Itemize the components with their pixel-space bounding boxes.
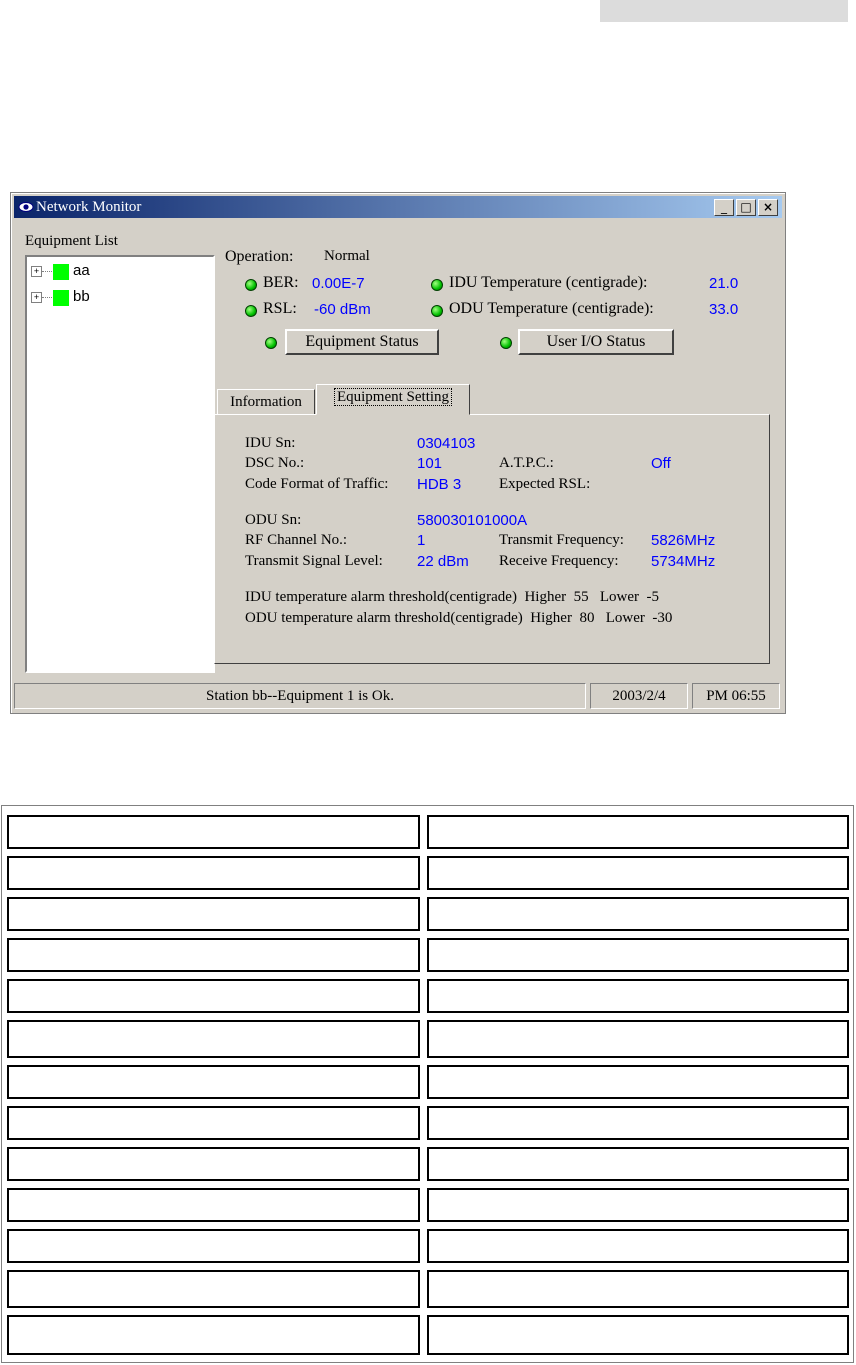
- rsl-label: RSL:: [263, 300, 297, 317]
- table-cell: [7, 1315, 420, 1355]
- table-cell: [7, 979, 420, 1013]
- table-cell: [7, 1065, 420, 1099]
- table-cell: [7, 1270, 420, 1308]
- code-format-value: HDB 3: [417, 476, 462, 493]
- rsl-value: -60 dBm: [314, 301, 371, 318]
- status-message: Station bb--Equipment 1 is Ok.: [14, 683, 586, 709]
- user-io-status-button[interactable]: User I/O Status: [518, 329, 674, 355]
- status-square-icon: [53, 290, 69, 306]
- table-cell: [427, 1106, 849, 1140]
- table-cell: [427, 1065, 849, 1099]
- status-date: 2003/2/4: [590, 683, 688, 709]
- dsc-label: DSC No.:: [245, 455, 305, 471]
- idu-temp-value: 21.0: [709, 275, 739, 292]
- odu-alarm-threshold: ODU temperature alarm threshold(centigra…: [245, 610, 673, 626]
- empty-table: [1, 805, 854, 1363]
- operation-value: Normal: [324, 248, 370, 264]
- table-cell: [427, 1188, 849, 1222]
- table-cell: [427, 1315, 849, 1355]
- odu-sn-label: ODU Sn:: [245, 512, 302, 528]
- equipment-tree[interactable]: + aa + bb: [25, 255, 215, 673]
- expand-icon[interactable]: +: [31, 266, 42, 277]
- operation-label: Operation:: [225, 248, 294, 265]
- table-cell: [427, 1229, 849, 1263]
- table-cell: [427, 1020, 849, 1058]
- title-bar[interactable]: Network Monitor _ □ ×: [14, 196, 782, 218]
- atpc-value: Off: [651, 455, 671, 472]
- tree-connector: [42, 297, 52, 298]
- tab-information[interactable]: Information: [217, 389, 315, 415]
- table-cell: [427, 979, 849, 1013]
- table-cell: [7, 1106, 420, 1140]
- tree-item-label: aa: [73, 262, 90, 279]
- user-io-led-icon: [500, 337, 512, 349]
- table-cell: [7, 897, 420, 931]
- status-square-icon: [53, 264, 69, 280]
- status-time: PM 06:55: [692, 683, 780, 709]
- rf-channel-value: 1: [417, 532, 426, 549]
- equipment-list-label: Equipment List: [25, 233, 118, 249]
- tx-freq-value: 5826MHz: [651, 532, 716, 549]
- table-cell: [7, 1020, 420, 1058]
- tree-connector: [42, 271, 52, 272]
- odu-temp-label: ODU Temperature (centigrade):: [449, 300, 654, 317]
- equipment-setting-panel: IDU Sn: 0304103 DSC No.: 101 A.T.P.C.: O…: [214, 414, 770, 664]
- tab-equipment-setting[interactable]: Equipment Setting: [316, 384, 470, 415]
- minimize-button[interactable]: _: [714, 199, 734, 216]
- rx-freq-label: Receive Frequency:: [499, 553, 619, 569]
- table-cell: [427, 1147, 849, 1181]
- tx-level-value: 22 dBm: [417, 553, 469, 570]
- table-cell: [427, 1270, 849, 1308]
- table-cell: [427, 856, 849, 890]
- atpc-label: A.T.P.C.:: [499, 455, 554, 471]
- maximize-button[interactable]: □: [736, 199, 756, 216]
- idu-temp-label: IDU Temperature (centigrade):: [449, 274, 648, 291]
- dsc-value: 101: [417, 455, 443, 472]
- tree-item-label: bb: [73, 288, 90, 305]
- odu-temp-led-icon: [431, 305, 443, 317]
- table-cell: [427, 897, 849, 931]
- idu-sn-label: IDU Sn:: [245, 435, 296, 451]
- tab-label: Information: [230, 394, 302, 410]
- ber-label: BER:: [263, 274, 299, 291]
- tx-freq-label: Transmit Frequency:: [499, 532, 624, 548]
- tab-label: Equipment Setting: [333, 388, 453, 406]
- idu-sn-value: 0304103: [417, 435, 476, 452]
- eye-icon: [18, 202, 34, 212]
- table-cell: [7, 938, 420, 972]
- ber-led-icon: [245, 279, 257, 291]
- code-format-label: Code Format of Traffic:: [245, 476, 389, 492]
- equipment-status-button[interactable]: Equipment Status: [285, 329, 439, 355]
- odu-temp-value: 33.0: [709, 301, 739, 318]
- idu-temp-led-icon: [431, 279, 443, 291]
- rf-channel-label: RF Channel No.:: [245, 532, 348, 548]
- table-cell: [7, 1147, 420, 1181]
- table-cell: [427, 815, 849, 849]
- window-title: Network Monitor: [36, 199, 142, 215]
- table-cell: [7, 1188, 420, 1222]
- odu-sn-value: 580030101000A: [417, 512, 528, 529]
- rsl-led-icon: [245, 305, 257, 317]
- table-cell: [7, 815, 420, 849]
- idu-alarm-threshold: IDU temperature alarm threshold(centigra…: [245, 589, 660, 605]
- table-cell: [427, 938, 849, 972]
- close-button[interactable]: ×: [758, 199, 778, 216]
- equipment-status-led-icon: [265, 337, 277, 349]
- top-gray-bar: [600, 0, 848, 22]
- table-cell: [7, 1229, 420, 1263]
- network-monitor-window: Network Monitor _ □ × Equipment List + a…: [10, 192, 786, 714]
- rx-freq-value: 5734MHz: [651, 553, 716, 570]
- table-cell: [7, 856, 420, 890]
- expand-icon[interactable]: +: [31, 292, 42, 303]
- tx-level-label: Transmit Signal Level:: [245, 553, 383, 569]
- ber-value: 0.00E-7: [312, 275, 365, 292]
- expected-rsl-label: Expected RSL:: [499, 476, 591, 492]
